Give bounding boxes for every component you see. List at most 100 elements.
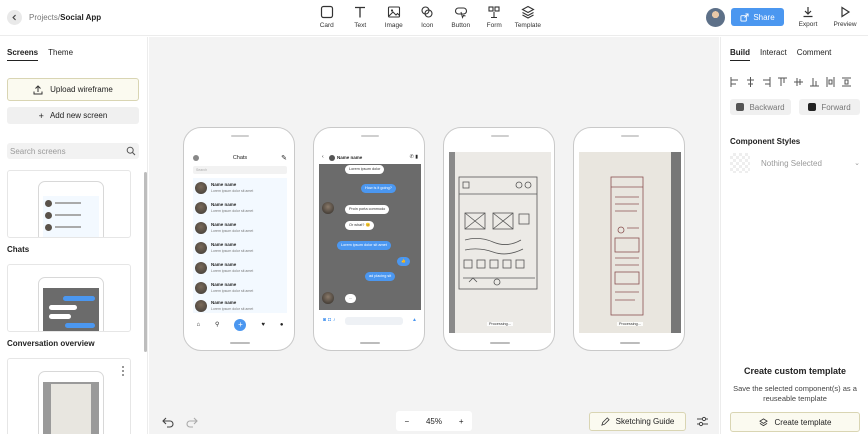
home-indicator <box>490 342 510 344</box>
heart-icon[interactable]: ♥ <box>261 322 265 328</box>
message-input[interactable] <box>345 317 403 325</box>
phone-frame-sketch-1[interactable]: Processing... <box>443 127 555 351</box>
chat-list-item[interactable]: Name name Lorem ipsum dolor sit amet <box>195 200 285 218</box>
align-bottom-icon[interactable] <box>810 77 819 87</box>
chat-list-item[interactable]: Name name Lorem ipsum dolor sit amet <box>195 220 285 238</box>
create-template-button[interactable]: Create template <box>730 412 860 432</box>
chats-search-field[interactable]: Search <box>193 166 287 174</box>
tab-comment[interactable]: Comment <box>797 48 832 61</box>
upload-wireframe-label: Upload wireframe <box>50 85 113 94</box>
tool-icon[interactable]: Icon <box>411 5 445 29</box>
message-bubble-outgoing: 👍 <box>397 257 410 266</box>
screen-thumbnail-conversation[interactable] <box>7 264 131 332</box>
message-preview: Lorem ipsum dolor sit amet <box>211 307 254 311</box>
bring-forward-button[interactable]: Forward <box>799 99 860 115</box>
chat-list-item[interactable]: Name name Lorem ipsum dolor sit amet <box>195 180 285 198</box>
message-thread: Lorem ipsum dolor How is it going? Proin… <box>319 164 421 310</box>
message-bubble-outgoing: How is it going? <box>361 184 396 193</box>
bottom-nav: ⌂ ⚲ + ♥ ● <box>189 316 291 333</box>
layers-icon <box>758 417 768 426</box>
home-icon[interactable]: ⌂ <box>196 322 200 328</box>
tool-image-label: Image <box>384 22 403 29</box>
chats-screen: Chats ✎ Search Name name Lorem ipsum dolo… <box>189 152 291 333</box>
chat-list-item[interactable]: Name name Lorem ipsum dolor sit amet <box>195 280 285 298</box>
share-button[interactable]: Share <box>731 8 784 26</box>
phone-frame-sketch-2[interactable]: Processing... <box>573 127 685 351</box>
conversation-screen: ‹ Name name ✆ ▮ Lorem ipsum dolor How is… <box>319 152 421 333</box>
add-icon[interactable]: + <box>234 318 247 331</box>
message-bubble-incoming: Proin porta commodo <box>345 205 390 214</box>
chat-list-item[interactable]: Name name Lorem ipsum dolor sit amet <box>195 298 285 316</box>
breadcrumb-parent[interactable]: Projects <box>29 13 58 22</box>
bring-forward-icon <box>808 103 817 111</box>
icon-icon <box>421 6 433 18</box>
design-canvas[interactable]: Chats ✎ Search Name name Lorem ipsum dolo… <box>149 37 719 434</box>
component-style-select[interactable]: Nothing Selected ⌄ <box>730 153 860 173</box>
attachment-icons[interactable]: ◙◘♪ <box>323 317 338 323</box>
zoom-level[interactable]: 45% <box>426 417 442 426</box>
upload-wireframe-button[interactable]: Upload wireframe <box>7 78 139 101</box>
screen-thumbnail-sketch[interactable] <box>7 358 131 434</box>
phone-notch <box>231 135 249 137</box>
zoom-control: − 45% + <box>396 411 472 431</box>
phone-frame-conversation[interactable]: ‹ Name name ✆ ▮ Lorem ipsum dolor How is… <box>313 127 425 351</box>
more-options-icon[interactable] <box>120 364 126 378</box>
tab-interact[interactable]: Interact <box>760 48 787 61</box>
tool-image[interactable]: Image <box>377 5 411 29</box>
compose-icon[interactable]: ✎ <box>281 153 287 165</box>
alignment-toolbar <box>730 77 851 87</box>
zoom-out-button[interactable]: − <box>404 417 409 426</box>
screen-thumbnail-chats[interactable] <box>7 170 131 238</box>
tool-template[interactable]: Template <box>511 5 545 29</box>
undo-icon[interactable] <box>161 415 175 429</box>
sketching-guide-button[interactable]: Sketching Guide <box>589 412 686 431</box>
contact-avatar <box>195 262 207 274</box>
chat-list-item[interactable]: Name name Lorem ipsum dolor sit amet <box>195 260 285 278</box>
send-backward-button[interactable]: Backward <box>730 99 791 115</box>
tab-theme[interactable]: Theme <box>48 48 73 61</box>
thumbnail-line <box>55 226 81 228</box>
add-screen-button[interactable]: + Add new screen <box>7 107 139 124</box>
zoom-in-button[interactable]: + <box>459 417 464 426</box>
like-icon[interactable]: ▲ <box>412 317 417 323</box>
share-icon <box>740 12 749 22</box>
redo-icon[interactable] <box>185 415 199 429</box>
back-arrow-icon[interactable]: ‹ <box>322 154 324 160</box>
user-avatar[interactable] <box>706 8 725 27</box>
thumbnail-bubble <box>49 314 71 319</box>
sender-avatar <box>322 292 334 304</box>
left-panel-scrollbar[interactable] <box>144 172 147 352</box>
phone-video-icons[interactable]: ✆ ▮ <box>410 154 418 160</box>
tab-screens[interactable]: Screens <box>7 48 39 61</box>
tool-form[interactable]: Form <box>478 5 512 29</box>
phone-frame-chats[interactable]: Chats ✎ Search Name name Lorem ipsum dolo… <box>183 127 295 351</box>
custom-template-title: Create custom template <box>743 366 847 376</box>
search-screens-input[interactable] <box>7 143 139 159</box>
search-icon[interactable]: ⚲ <box>215 321 219 328</box>
align-middle-icon[interactable] <box>794 77 803 87</box>
tab-build[interactable]: Build <box>730 48 750 61</box>
preview-button[interactable]: Preview <box>831 6 859 28</box>
tool-button[interactable]: Button <box>444 5 478 29</box>
distribute-vertical-icon[interactable] <box>842 77 851 87</box>
align-top-icon[interactable] <box>778 77 787 87</box>
export-button[interactable]: Export <box>794 6 822 28</box>
tool-text[interactable]: Text <box>344 5 378 29</box>
align-center-horizontal-icon[interactable] <box>746 77 755 87</box>
back-button[interactable] <box>7 10 22 25</box>
align-right-icon[interactable] <box>762 77 771 87</box>
preview-label: Preview <box>833 21 857 28</box>
left-tabs: Screens Theme <box>7 48 73 61</box>
chat-list-item[interactable]: Name name Lorem ipsum dolor sit amet <box>195 240 285 258</box>
tool-card[interactable]: Card <box>310 5 344 29</box>
sliders-icon[interactable] <box>696 415 709 428</box>
distribute-horizontal-icon[interactable] <box>826 77 835 87</box>
contact-avatar <box>195 222 207 234</box>
contact-avatar <box>195 282 207 294</box>
align-left-icon[interactable] <box>730 77 739 87</box>
contact-name: Name name <box>211 300 237 305</box>
message-composer: ◙◘♪ ▲ <box>319 310 421 333</box>
chat-bubble-icon[interactable]: ● <box>280 322 284 328</box>
profile-avatar[interactable] <box>193 155 199 161</box>
message-preview: Lorem ipsum dolor sit amet <box>211 189 254 193</box>
